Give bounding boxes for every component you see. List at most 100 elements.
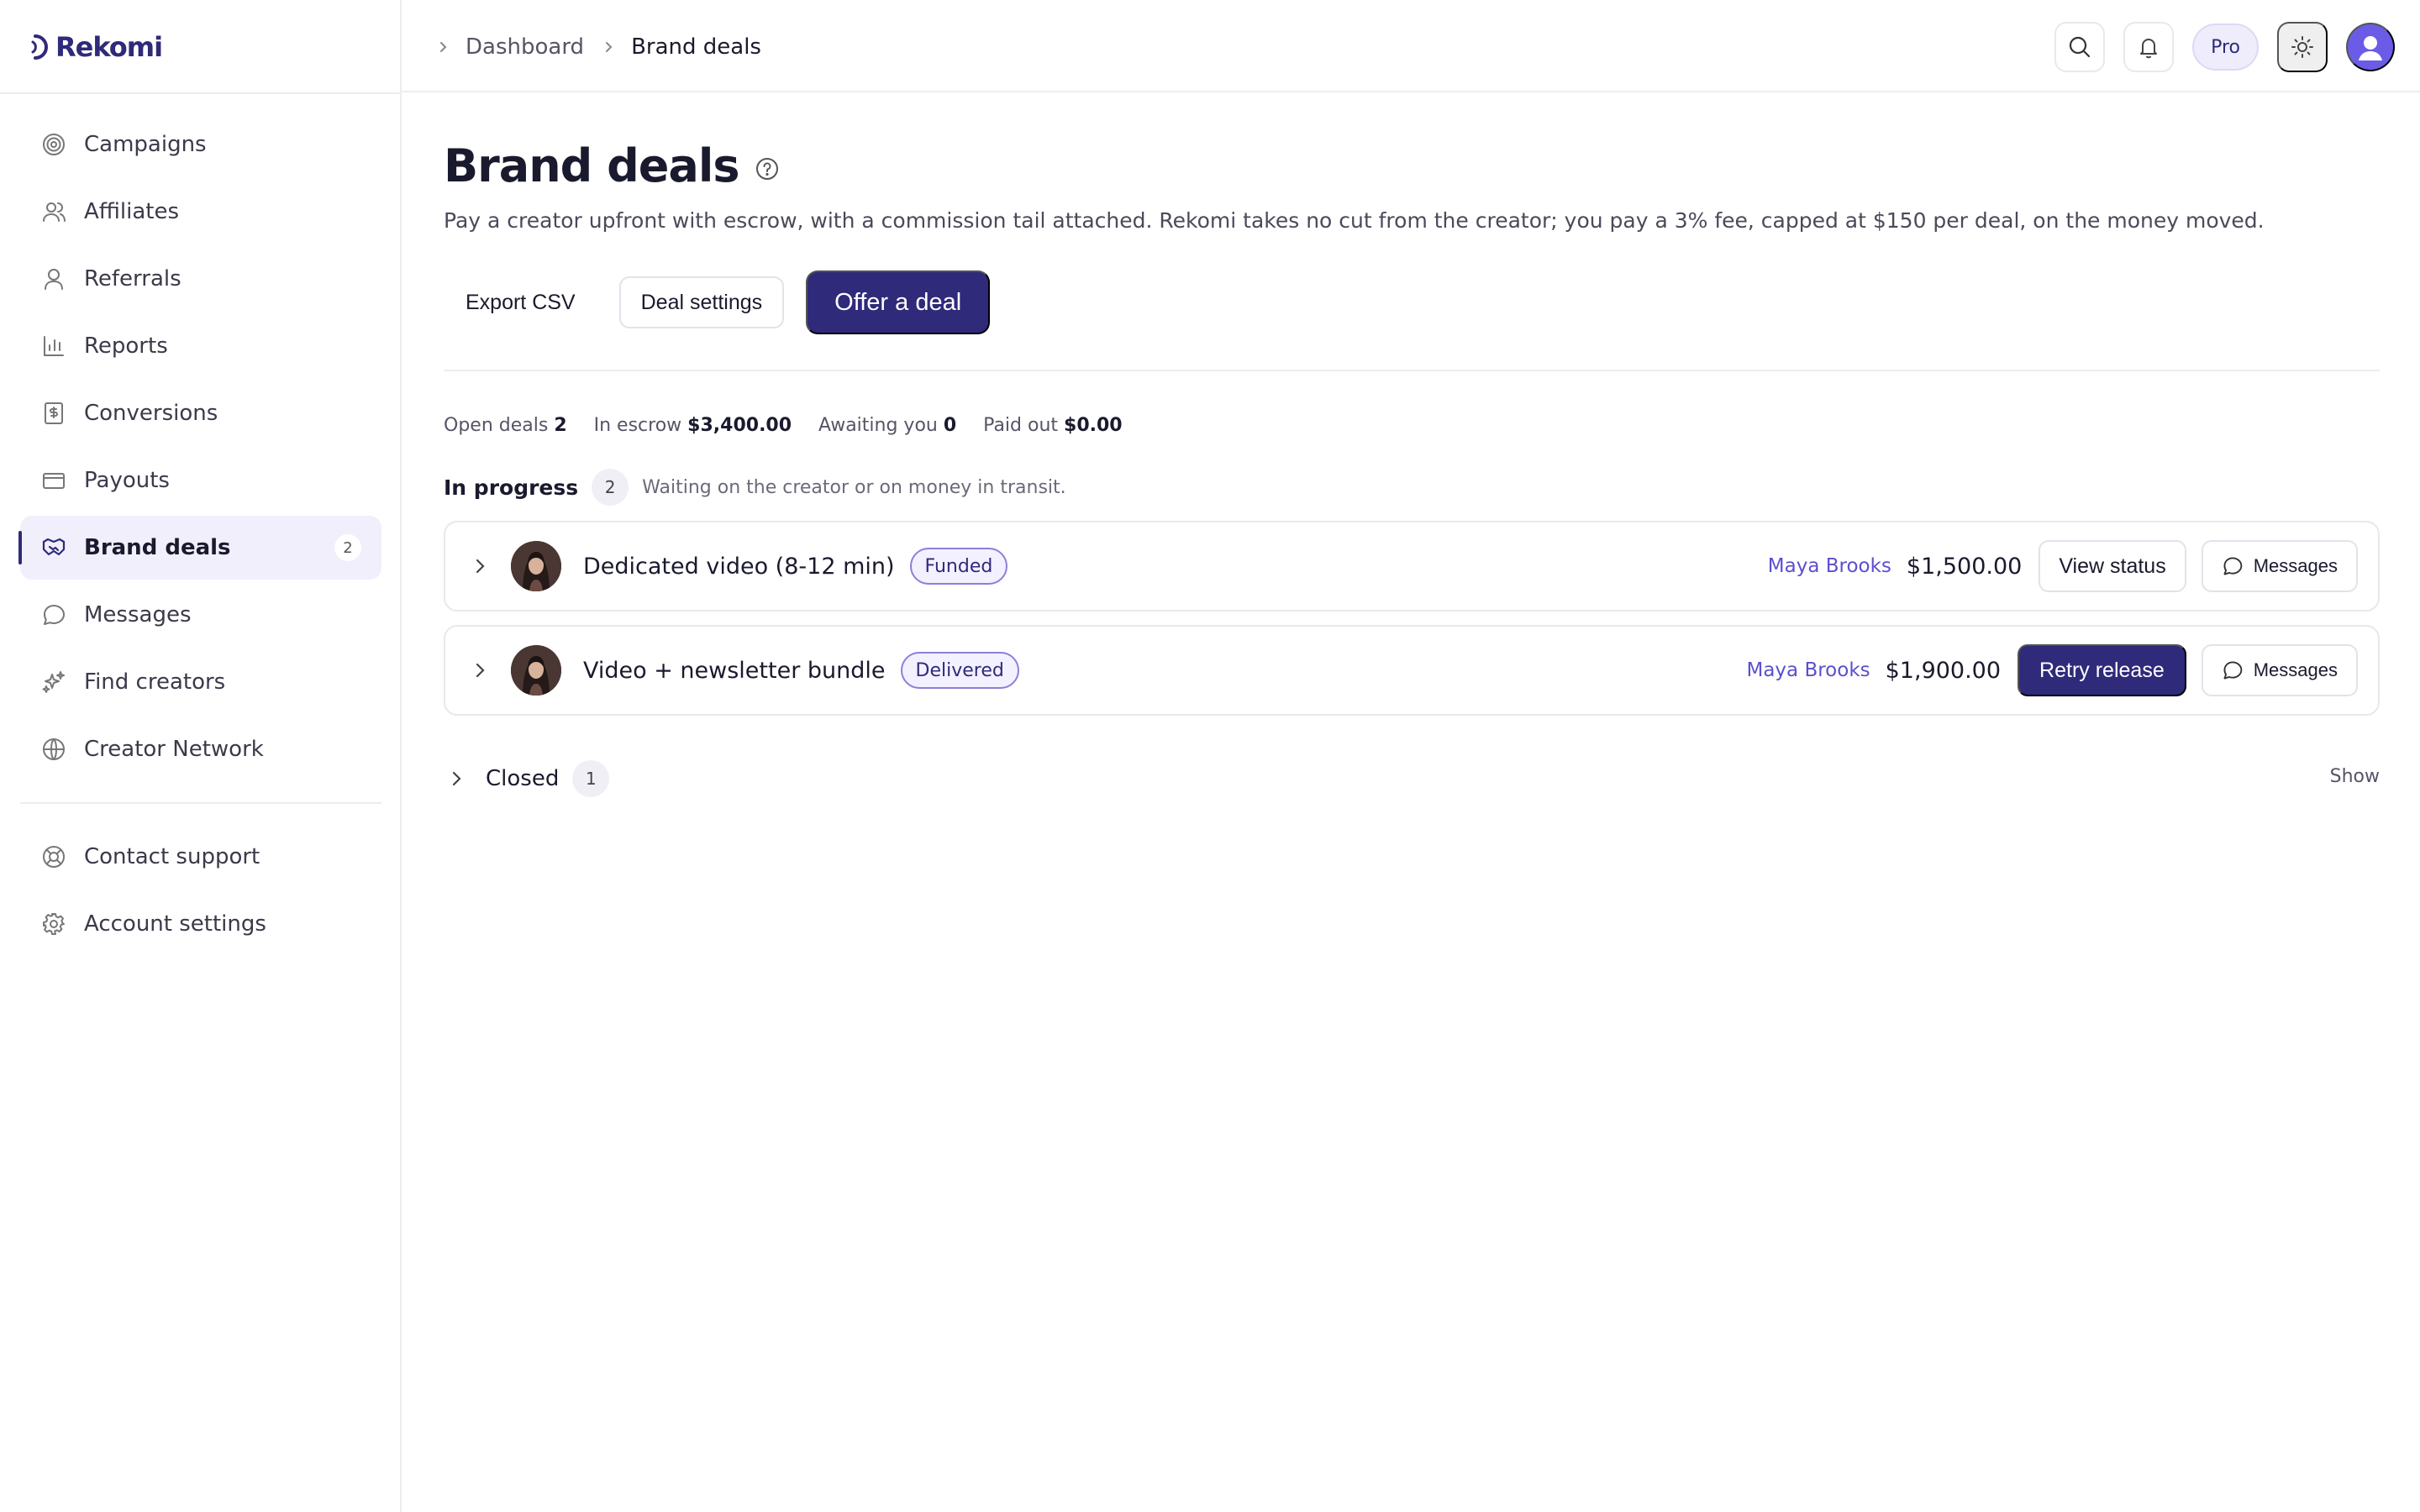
deal-settings-button[interactable]: Deal settings (618, 276, 785, 328)
topbar-actions: Pro (2054, 22, 2395, 72)
sidebar-item-label: Account settings (84, 911, 266, 937)
deal-row[interactable]: Dedicated video (8-12 min) Funded Maya B… (444, 521, 2380, 612)
deal-title: Dedicated video (8-12 min) (583, 553, 895, 580)
user-avatar-button[interactable] (2346, 23, 2395, 71)
page-title: Brand deals (444, 139, 739, 192)
sidebar-item-campaigns[interactable]: Campaigns (20, 113, 381, 176)
sidebar-divider (20, 802, 381, 804)
messages-button[interactable]: Messages (2201, 644, 2358, 696)
chevron-right-icon (432, 36, 454, 58)
sidebar-item-label: Reports (84, 333, 168, 359)
creator-link[interactable]: Maya Brooks (1768, 555, 1891, 577)
theme-toggle-button[interactable] (2277, 22, 2328, 72)
deal-list: Dedicated video (8-12 min) Funded Maya B… (444, 521, 2380, 729)
sidebar-divider (0, 92, 402, 94)
sidebar-nav: Campaigns Affiliates Referrals Reports C… (18, 113, 381, 785)
sidebar-item-label: Messages (84, 602, 192, 627)
messages-button-label: Messages (2253, 555, 2338, 576)
sidebar-item-brand-deals[interactable]: Brand deals 2 (18, 516, 381, 580)
messages-button-label: Messages (2253, 659, 2338, 680)
app-root: Rekomi Campaigns Affiliates Referrals Re… (0, 0, 2420, 1512)
sidebar-item-payouts[interactable]: Payouts (20, 449, 381, 512)
deal-amount: $1,500.00 (1906, 553, 2023, 580)
sidebar-item-label: Payouts (84, 468, 170, 493)
sidebar-item-conversions[interactable]: Conversions (20, 381, 381, 445)
users-icon (40, 198, 67, 225)
page-description: Pay a creator upfront with escrow, with … (444, 208, 2265, 233)
sidebar-item-find-creators[interactable]: Find creators (20, 650, 381, 714)
content-divider (444, 370, 2380, 371)
sidebar-item-label: Brand deals (84, 535, 231, 560)
sidebar-item-referrals[interactable]: Referrals (20, 247, 381, 311)
sidebar-item-label: Find creators (84, 669, 226, 695)
gear-icon (40, 911, 67, 937)
user-icon (40, 265, 67, 292)
status-badge: Funded (909, 548, 1008, 585)
section-note: Waiting on the creator or on money in tr… (642, 476, 1066, 498)
deal-row[interactable]: Video + newsletter bundle Delivered Maya… (444, 625, 2380, 716)
sidebar-item-contact-support[interactable]: Contact support (20, 825, 381, 889)
breadcrumb: Dashboard Brand deals (432, 30, 761, 64)
chat-bubble-icon (40, 601, 67, 628)
chevron-right-icon[interactable] (467, 554, 492, 579)
deal-title: Video + newsletter bundle (583, 657, 886, 684)
sidebar-item-label: Referrals (84, 266, 182, 291)
logo[interactable]: Rekomi (30, 30, 163, 64)
section-title: Closed (486, 766, 560, 791)
page-actions: Export CSV Deal settings Offer a deal (444, 270, 991, 334)
nav-count-badge: 2 (334, 534, 361, 561)
stat-paid-out: Paid out $0.00 (983, 415, 1123, 436)
chevron-right-icon (597, 36, 619, 58)
sun-icon (2291, 36, 2313, 58)
status-badge: Delivered (900, 652, 1019, 689)
creator-avatar (511, 645, 561, 696)
globe-icon (40, 736, 67, 763)
closed-section-toggle[interactable]: Closed 1 Show (444, 758, 2380, 800)
creator-avatar (511, 541, 561, 591)
sidebar-item-label: Contact support (84, 844, 260, 869)
plan-badge[interactable]: Pro (2192, 24, 2259, 71)
retry-release-button[interactable]: Retry release (2018, 644, 2186, 696)
deal-stats: Open deals 2 In escrow $3,400.00 Awaitin… (444, 415, 1123, 436)
section-count-badge: 1 (572, 760, 610, 797)
sidebar-bottom-nav: Contact support Account settings (20, 825, 381, 959)
topbar: Dashboard Brand deals Pro (402, 0, 2420, 92)
search-button[interactable] (2054, 22, 2106, 72)
sidebar-item-label: Affiliates (84, 199, 180, 224)
sidebar: Rekomi Campaigns Affiliates Referrals Re… (0, 0, 402, 1512)
sidebar-item-messages[interactable]: Messages (20, 583, 381, 647)
sidebar-item-creator-network[interactable]: Creator Network (20, 717, 381, 781)
chevron-right-icon[interactable] (467, 658, 492, 683)
view-status-button[interactable]: View status (2039, 540, 2186, 592)
messages-button[interactable]: Messages (2201, 540, 2358, 592)
receipt-dollar-icon (40, 400, 67, 427)
sparkle-icon (40, 669, 67, 696)
search-icon (2069, 36, 2091, 58)
lifebuoy-icon (40, 843, 67, 870)
help-circle-icon[interactable] (755, 156, 780, 181)
stat-awaiting-you: Awaiting you 0 (818, 415, 957, 436)
credit-card-icon (40, 467, 67, 494)
breadcrumb-current: Brand deals (631, 34, 761, 60)
sidebar-item-account-settings[interactable]: Account settings (20, 892, 381, 956)
sidebar-item-affiliates[interactable]: Affiliates (20, 180, 381, 244)
notifications-button[interactable] (2123, 22, 2175, 72)
breadcrumb-dashboard-link[interactable]: Dashboard (466, 34, 584, 60)
section-title: In progress (444, 475, 579, 500)
sidebar-item-reports[interactable]: Reports (20, 314, 381, 378)
sidebar-item-label: Campaigns (84, 132, 207, 157)
offer-deal-button[interactable]: Offer a deal (806, 270, 991, 334)
in-progress-header: In progress 2 Waiting on the creator or … (444, 469, 1066, 506)
avatar-icon (2359, 36, 2382, 60)
export-csv-button[interactable]: Export CSV (444, 276, 597, 328)
deal-amount: $1,900.00 (1885, 657, 2002, 684)
chat-bubble-icon (2223, 661, 2243, 680)
chat-bubble-icon (2223, 557, 2243, 575)
deal-row-actions: Maya Brooks $1,900.00 Retry release Mess… (1746, 627, 2358, 714)
sidebar-item-label: Creator Network (84, 737, 264, 762)
logo-mark-icon (31, 34, 48, 60)
creator-link[interactable]: Maya Brooks (1746, 659, 1870, 681)
stat-in-escrow: In escrow $3,400.00 (593, 415, 792, 436)
stat-open-deals: Open deals 2 (444, 415, 567, 436)
show-closed-link[interactable]: Show (2330, 766, 2380, 787)
